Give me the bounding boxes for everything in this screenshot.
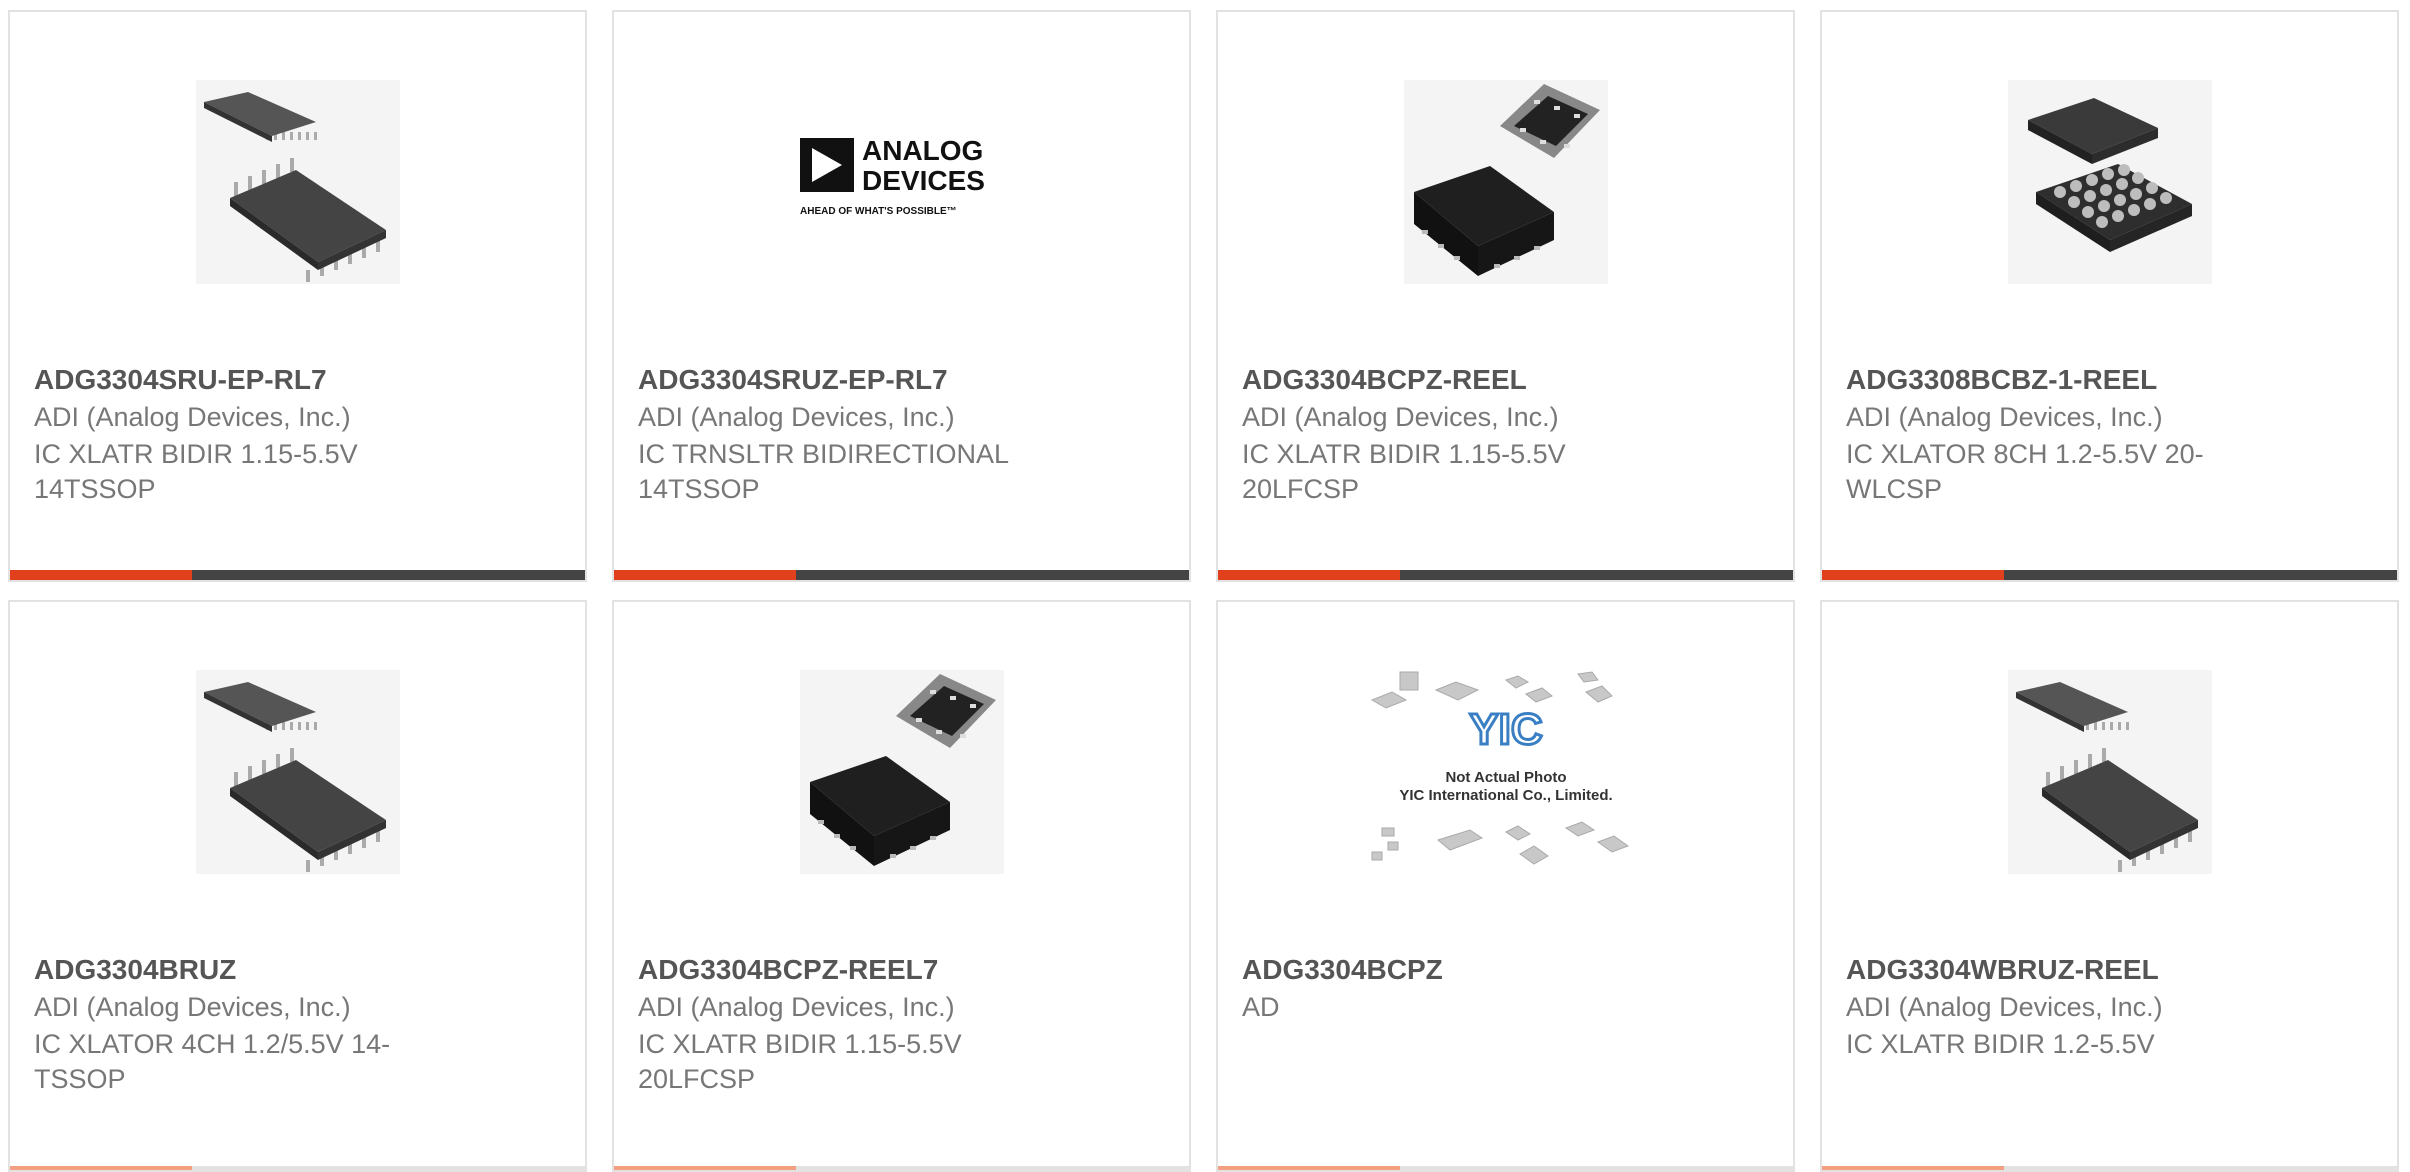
- part-number[interactable]: ADG3304SRU-EP-RL7: [34, 364, 327, 396]
- card-bar: [1822, 1166, 2397, 1170]
- description: IC XLATR BIDIR 1.15-5.5V 14TSSOP: [34, 439, 358, 504]
- wlcsp-chip-icon: [2007, 80, 2212, 284]
- card-bar: [1822, 570, 2397, 580]
- manufacturer: ADI (Analog Devices, Inc.): [34, 992, 351, 1022]
- manufacturer: ADI (Analog Devices, Inc.): [1846, 992, 2163, 1022]
- product-card[interactable]: ADG3304BRUZ ADI (Analog Devices, Inc.) I…: [8, 600, 587, 1172]
- tssop-chip-icon: [2007, 670, 2212, 874]
- card-bar-accent: [10, 1166, 192, 1170]
- manufacturer: ADI (Analog Devices, Inc.): [34, 402, 351, 432]
- product-image[interactable]: YIC Not Actual Photo YIC International C…: [1365, 670, 1646, 874]
- product-image[interactable]: [195, 80, 400, 284]
- manufacturer: ADI (Analog Devices, Inc.): [638, 992, 955, 1022]
- product-image[interactable]: [2007, 670, 2212, 874]
- description: IC TRNSLTR BIDIRECTIONAL 14TSSOP: [638, 439, 1009, 504]
- part-number[interactable]: ADG3304BCPZ-REEL: [1242, 364, 1527, 396]
- product-card[interactable]: ANALOG DEVICES AHEAD OF WHAT'S POSSIBLE™…: [612, 10, 1191, 582]
- yic-logo-text: YIC: [1469, 705, 1542, 754]
- product-card[interactable]: ADG3304WBRUZ-REEL ADI (Analog Devices, I…: [1820, 600, 2399, 1172]
- tssop-chip-icon: [195, 80, 400, 284]
- card-bar-accent: [614, 570, 796, 580]
- analog-devices-logo: ANALOG DEVICES AHEAD OF WHAT'S POSSIBLE™: [799, 135, 985, 217]
- card-bar: [1218, 1166, 1793, 1170]
- lfcsp-chip-icon: [799, 670, 1004, 874]
- description: IC XLATR BIDIR 1.15-5.5V 20LFCSP: [638, 1029, 962, 1094]
- card-bar: [614, 570, 1189, 580]
- card-bar: [1218, 570, 1793, 580]
- description: IC XLATR BIDIR 1.2-5.5V: [1846, 1029, 2155, 1059]
- manufacturer: AD: [1242, 992, 1280, 1022]
- product-card[interactable]: ADG3304BCPZ-REEL7 ADI (Analog Devices, I…: [612, 600, 1191, 1172]
- card-bar-accent: [614, 1166, 796, 1170]
- product-card[interactable]: ADG3304BCPZ-REEL ADI (Analog Devices, In…: [1216, 10, 1795, 582]
- manufacturer: ADI (Analog Devices, Inc.): [638, 402, 955, 432]
- product-image[interactable]: [799, 670, 1004, 874]
- product-image[interactable]: [2007, 80, 2212, 284]
- product-card[interactable]: ADG3304SRU-EP-RL7 ADI (Analog Devices, I…: [8, 10, 587, 582]
- logo-line1: ANALOG: [862, 135, 983, 166]
- manufacturer: ADI (Analog Devices, Inc.): [1846, 402, 2163, 432]
- card-bar-accent: [1822, 1166, 2004, 1170]
- logo-line2: DEVICES: [862, 165, 985, 196]
- product-card[interactable]: YIC Not Actual Photo YIC International C…: [1216, 600, 1795, 1172]
- placeholder-line1: Not Actual Photo: [1445, 769, 1566, 786]
- card-bar: [10, 570, 585, 580]
- not-actual-photo-placeholder: YIC Not Actual Photo YIC International C…: [1370, 671, 1629, 865]
- product-grid: ADG3304SRU-EP-RL7 ADI (Analog Devices, I…: [0, 0, 2410, 1172]
- part-number[interactable]: ADG3304WBRUZ-REEL: [1846, 954, 2159, 986]
- product-image[interactable]: [195, 670, 400, 874]
- card-bar-accent: [1218, 1166, 1400, 1170]
- tssop-chip-icon: [195, 670, 400, 874]
- logo-tagline: AHEAD OF WHAT'S POSSIBLE™: [800, 206, 957, 217]
- manufacturer: ADI (Analog Devices, Inc.): [1242, 402, 1559, 432]
- card-bar-accent: [1822, 570, 2004, 580]
- part-number[interactable]: ADG3304BRUZ: [34, 954, 236, 986]
- card-bar-accent: [1218, 570, 1400, 580]
- product-image[interactable]: ANALOG DEVICES AHEAD OF WHAT'S POSSIBLE™: [799, 80, 1004, 284]
- part-number[interactable]: ADG3304BCPZ-REEL7: [638, 954, 938, 986]
- description: IC XLATOR 8CH 1.2-5.5V 20-WLCSP: [1846, 439, 2204, 504]
- description: IC XLATOR 4CH 1.2/5.5V 14-TSSOP: [34, 1029, 391, 1094]
- part-number[interactable]: ADG3308BCBZ-1-REEL: [1846, 364, 2157, 396]
- description: IC XLATR BIDIR 1.15-5.5V 20LFCSP: [1242, 439, 1566, 504]
- placeholder-line2: YIC International Co., Limited.: [1399, 787, 1612, 804]
- product-image[interactable]: [1403, 80, 1608, 284]
- product-card[interactable]: ADG3308BCBZ-1-REEL ADI (Analog Devices, …: [1820, 10, 2399, 582]
- part-number[interactable]: ADG3304BCPZ: [1242, 954, 1443, 986]
- card-bar-accent: [10, 570, 192, 580]
- card-bar: [10, 1166, 585, 1170]
- part-number[interactable]: ADG3304SRUZ-EP-RL7: [638, 364, 948, 396]
- lfcsp-chip-icon: [1403, 80, 1608, 284]
- card-bar: [614, 1166, 1189, 1170]
